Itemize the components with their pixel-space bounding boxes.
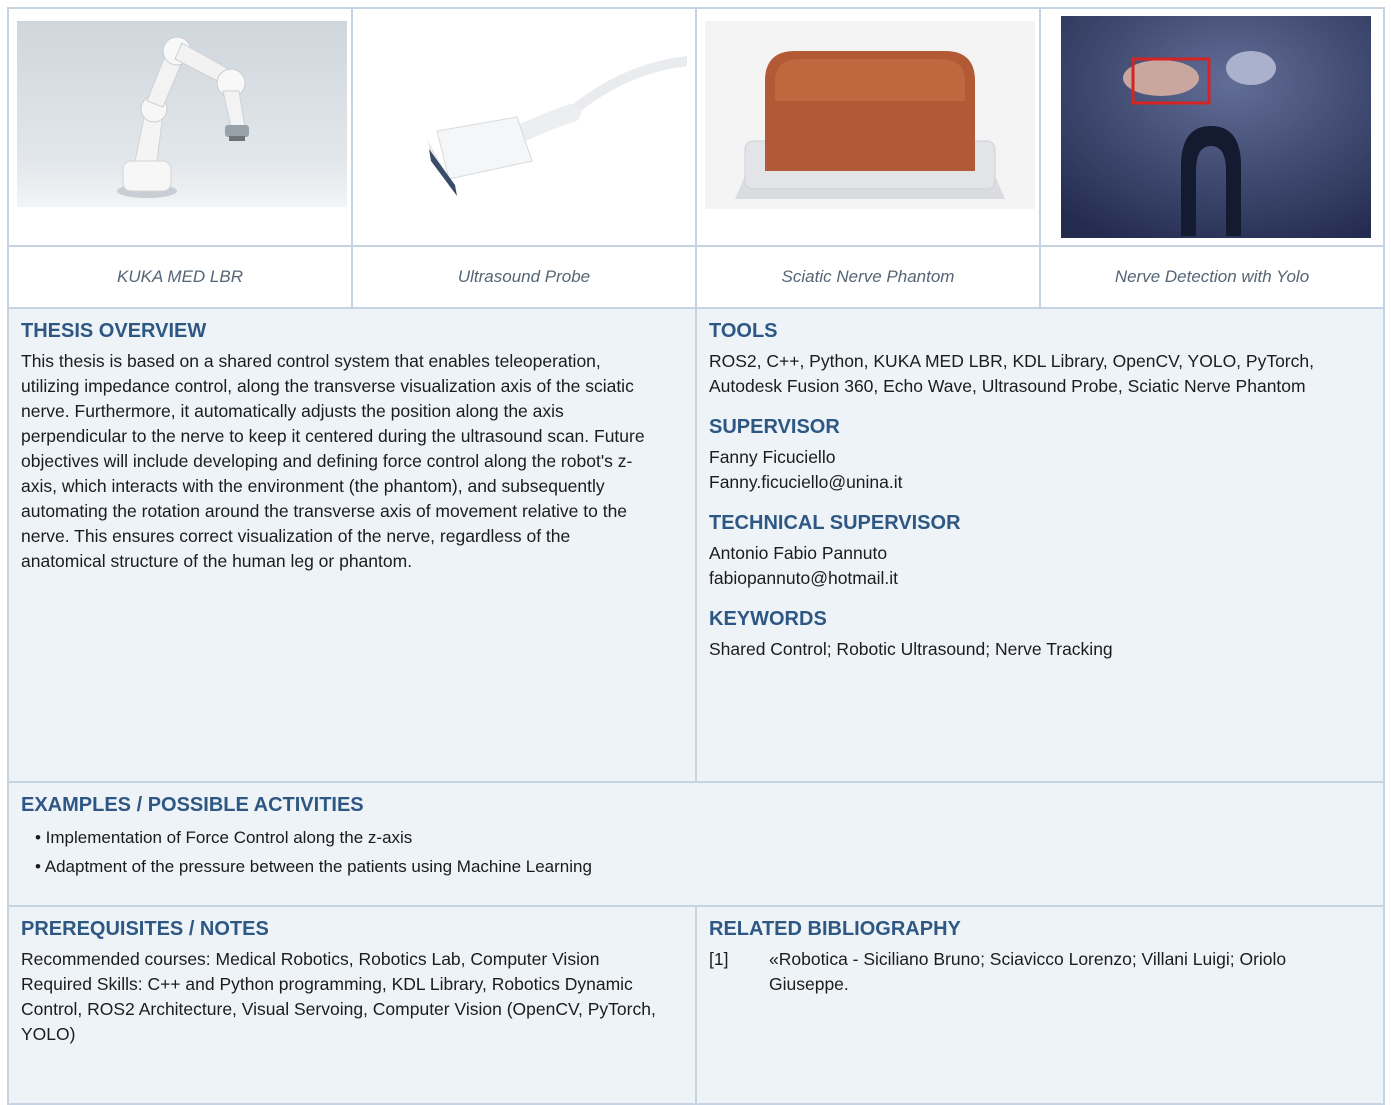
activities-title: EXAMPLES / POSSIBLE ACTIVITIES [21,794,364,816]
phantom-image [705,21,1035,209]
tools-text: ROS2, C++, Python, KUKA MED LBR, KDL Lib… [709,351,1314,396]
thesis-overview-section: THESIS OVERVIEW This thesis is based on … [7,307,697,783]
ultrasound-scan-image [1061,16,1371,238]
bibliography-number: [1] [709,949,729,969]
tools-title: TOOLS [709,320,778,342]
image-cell-scan [1039,7,1385,247]
technical-supervisor-name: Antonio Fabio Pannuto [709,543,888,563]
caption-phantom: Sciatic Nerve Phantom [695,245,1041,309]
bibliography-title: RELATED BIBLIOGRAPHY [709,918,961,940]
prerequisites-section: PREREQUISITES / NOTES Recommended course… [7,905,697,1105]
prerequisites-title: PREREQUISITES / NOTES [21,918,269,940]
required-skills: Required Skills: C++ and Python programm… [21,974,656,1044]
info-section: TOOLS ROS2, C++, Python, KUKA MED LBR, K… [695,307,1385,783]
caption-scan: Nerve Detection with Yolo [1039,245,1385,309]
thesis-overview-text: This thesis is based on a shared control… [21,351,645,571]
keywords-title: KEYWORDS [709,608,827,630]
supervisor-title: SUPERVISOR [709,416,840,438]
image-cell-probe [351,7,697,247]
thesis-overview-title: THESIS OVERVIEW [21,320,207,342]
caption-probe: Ultrasound Probe [351,245,697,309]
technical-supervisor-email[interactable]: fabiopannuto@hotmail.it [709,566,1371,591]
bibliography-entry: «Robotica - Siciliano Bruno; Sciavicco L… [769,949,1287,994]
caption-robot: KUKA MED LBR [7,245,353,309]
activity-item: • Adaptment of the pressure between the … [35,857,592,876]
image-cell-phantom [695,7,1041,247]
activities-section: EXAMPLES / POSSIBLE ACTIVITIES • Impleme… [7,781,1385,907]
image-cell-robot [7,7,353,247]
technical-supervisor-title: TECHNICAL SUPERVISOR [709,512,961,534]
bibliography-section: RELATED BIBLIOGRAPHY [1] «Robotica - Sic… [695,905,1385,1105]
robot-arm-image [17,21,347,207]
ultrasound-probe-image [367,21,687,207]
supervisor-name: Fanny Ficuciello [709,447,836,467]
recommended-courses: Recommended courses: Medical Robotics, R… [21,949,600,969]
activity-item: • Implementation of Force Control along … [35,828,413,847]
supervisor-email[interactable]: Fanny.ficuciello@unina.it [709,470,1371,495]
keywords-text: Shared Control; Robotic Ultrasound; Nerv… [709,639,1113,659]
